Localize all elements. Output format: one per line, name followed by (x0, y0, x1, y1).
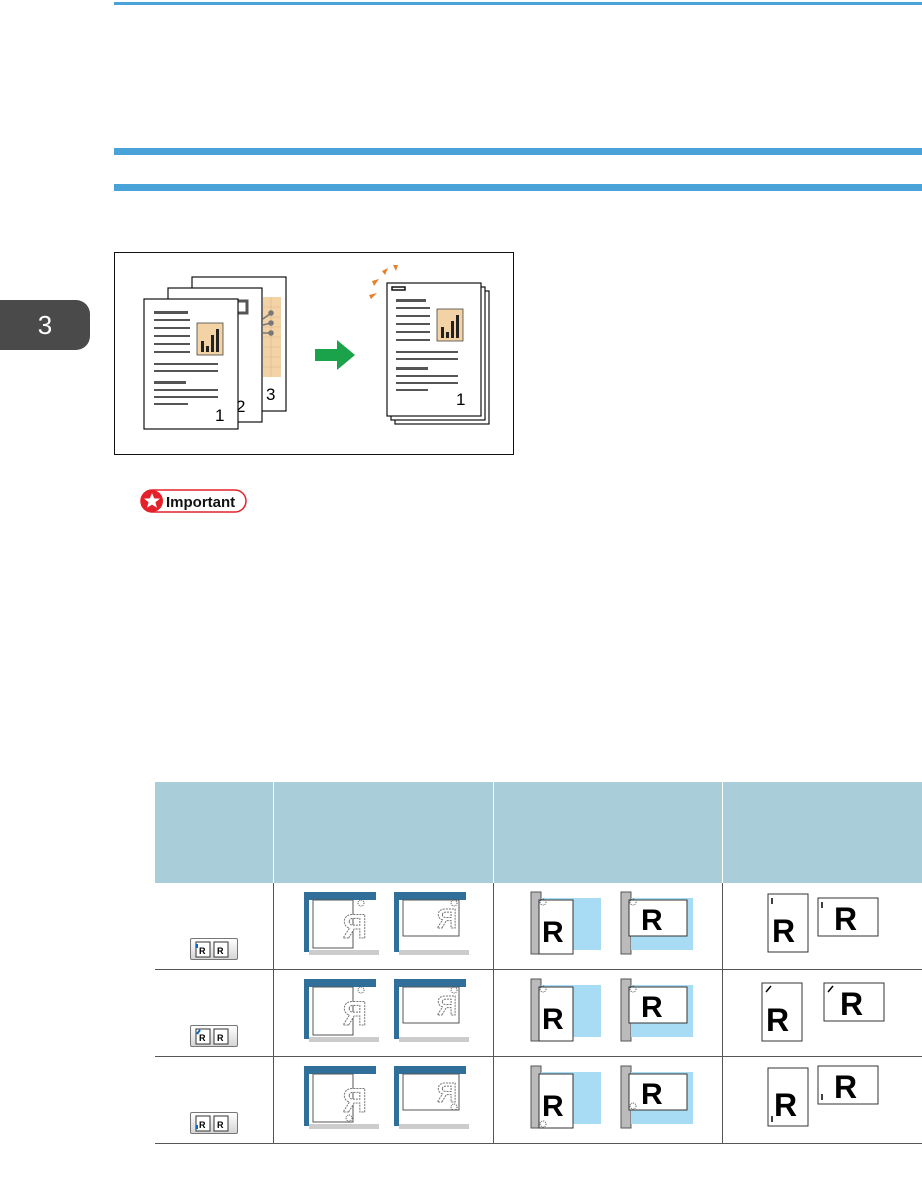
svg-text:R: R (542, 916, 564, 949)
svg-text:R: R (199, 1033, 206, 1043)
svg-text:R: R (766, 1002, 789, 1038)
adf-placement-cell: R R (493, 883, 724, 970)
table-row: RR R R R R R R (155, 883, 922, 970)
page-number-1: 1 (215, 406, 224, 425)
header-cell (722, 782, 922, 883)
glass-placement-cell: R R (273, 1056, 494, 1144)
staple-button-cell: RR (155, 883, 275, 970)
svg-text:R: R (217, 946, 224, 956)
svg-text:R: R (342, 908, 367, 946)
staple-bottom-left-button-icon: RR (190, 1112, 238, 1134)
svg-text:R: R (217, 1033, 224, 1043)
staple-top-left-button-icon: RR (190, 938, 238, 960)
glass-placement-cell: R R (273, 969, 494, 1057)
svg-text:R: R (840, 986, 863, 1022)
svg-text:R: R (834, 901, 857, 937)
staple-illustration: 3 2 1 1 (143, 265, 490, 430)
output-sample-icon: R R (767, 1065, 879, 1126)
staple-position-table: RR R R R R R R R R R R R R R R R R R R R… (155, 782, 922, 1144)
chapter-tab: 3 (0, 300, 90, 350)
page-1: 1 (143, 298, 239, 430)
header-cell (273, 782, 494, 883)
svg-text:R: R (542, 1003, 564, 1036)
svg-text:R: R (436, 990, 456, 1021)
output-sample-icon: R R (761, 982, 885, 1041)
output-cell: R R (722, 883, 922, 970)
table-header-row (155, 782, 922, 883)
svg-text:R: R (542, 1090, 564, 1123)
exposure-glass-icon: R R (303, 1065, 469, 1129)
arrow-right-icon (315, 340, 355, 370)
stack-page-number: 1 (456, 390, 465, 409)
adf-placement-cell: R R (493, 969, 724, 1057)
svg-text:R: R (774, 1087, 797, 1123)
page-number-3: 3 (266, 385, 275, 404)
header-cell (155, 782, 275, 883)
section-rule-bottom (114, 184, 922, 191)
output-cell: R R (722, 1056, 922, 1144)
adf-placement-cell: R R (493, 1056, 724, 1144)
svg-text:R: R (641, 904, 663, 937)
svg-text:R: R (436, 1077, 456, 1108)
staple-slant-button-icon: RR (190, 1025, 238, 1047)
important-label: Important (166, 494, 235, 511)
adf-icon: R R (530, 978, 693, 1041)
important-label-graphic: Important (140, 489, 247, 513)
svg-text:R: R (436, 903, 456, 934)
chapter-number: 3 (37, 310, 53, 340)
important-badge: Important (140, 489, 250, 520)
exposure-glass-icon: R R (303, 978, 469, 1042)
adf-icon: R R (530, 891, 693, 954)
header-cell (493, 782, 724, 883)
table-row: RR R R R R R R (155, 969, 922, 1057)
adf-icon: R R (530, 1065, 693, 1128)
svg-text:R: R (641, 1078, 663, 1111)
svg-text:R: R (217, 1120, 224, 1130)
svg-text:R: R (834, 1069, 857, 1105)
table-row: RR R R R R R R (155, 1056, 922, 1144)
svg-text:R: R (772, 913, 795, 949)
svg-text:R: R (199, 1120, 206, 1130)
staple-figure: 3 2 1 1 (114, 252, 514, 455)
svg-text:R: R (342, 1082, 367, 1120)
exposure-glass-icon: R R (303, 891, 469, 955)
top-rule (114, 2, 922, 5)
section-rule-top (114, 148, 922, 155)
glass-placement-cell: R R (273, 883, 494, 970)
staple-button-cell: RR (155, 969, 275, 1057)
svg-text:R: R (641, 991, 663, 1024)
staple-button-cell: RR (155, 1056, 275, 1144)
output-sample-icon: R R (767, 893, 879, 952)
svg-text:R: R (342, 995, 367, 1033)
stapled-stack: 1 (386, 282, 490, 425)
output-cell: R R (722, 969, 922, 1057)
svg-text:R: R (199, 946, 206, 956)
